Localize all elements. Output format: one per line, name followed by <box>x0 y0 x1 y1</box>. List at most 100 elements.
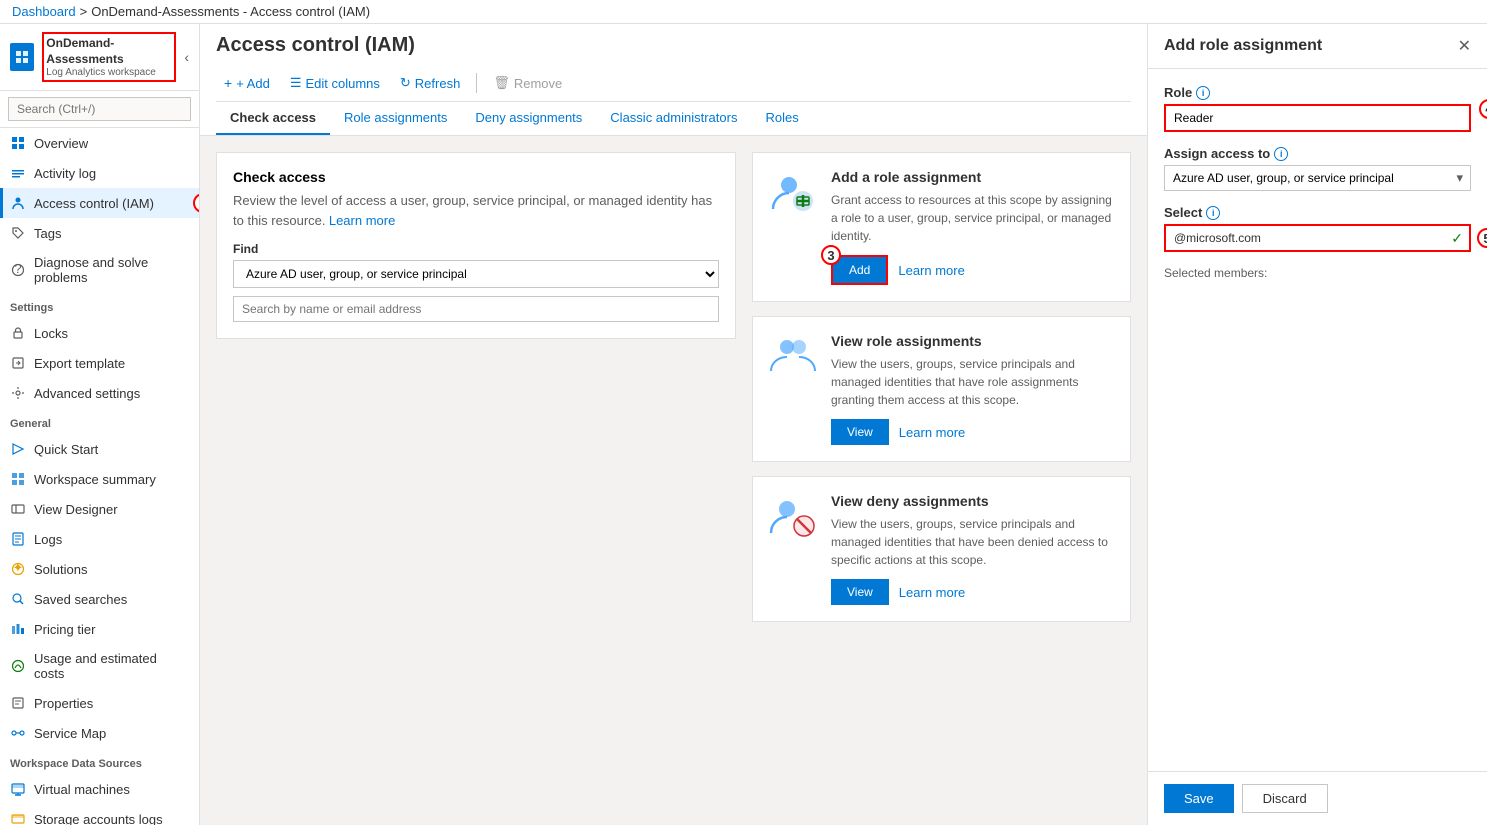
add-icon: + <box>224 75 232 91</box>
check-access-learn-more[interactable]: Learn more <box>329 213 395 228</box>
remove-icon: 🗑 <box>493 75 510 91</box>
select-field-label: Select i <box>1164 205 1471 220</box>
sidebar-item-logs[interactable]: Logs <box>0 524 199 554</box>
sidebar-item-view-designer[interactable]: View Designer <box>0 494 199 524</box>
add-label: + Add <box>236 76 270 91</box>
sidebar-item-storage-logs[interactable]: Storage accounts logs <box>0 804 199 825</box>
breadcrumb: Dashboard > OnDemand-Assessments - Acces… <box>0 0 1487 24</box>
storage-icon <box>10 811 26 825</box>
card-view-deny-content: View deny assignments View the users, gr… <box>831 493 1114 605</box>
card-view-deny-desc: View the users, groups, service principa… <box>831 515 1114 569</box>
viewdesigner-icon <box>10 501 26 517</box>
breadcrumb-dashboard[interactable]: Dashboard <box>12 4 76 19</box>
sidebar-item-overview[interactable]: Overview <box>0 128 199 158</box>
usage-icon <box>10 658 26 674</box>
sidebar-item-vms[interactable]: Virtual machines <box>0 774 199 804</box>
sidebar-search-input[interactable] <box>8 97 191 121</box>
toolbar: + + Add ☰ Edit columns ↻ Refresh 🗑 Remov… <box>216 65 1131 102</box>
logs-label: Logs <box>34 532 62 547</box>
right-panel-header: Add role assignment ✕ <box>1148 24 1487 69</box>
sidebar-item-tags[interactable]: Tags <box>0 218 199 248</box>
edit-columns-icon: ☰ <box>290 75 302 91</box>
vms-label: Virtual machines <box>34 782 130 797</box>
properties-label: Properties <box>34 696 93 711</box>
tags-icon <box>10 225 26 241</box>
assign-access-select[interactable]: Azure AD user, group, or service princip… <box>1164 165 1471 191</box>
sidebar-item-service-map[interactable]: Service Map <box>0 718 199 748</box>
tab-roles[interactable]: Roles <box>751 102 812 135</box>
sidebar: OnDemand-Assessments Log Analytics works… <box>0 24 200 825</box>
sidebar-item-saved-searches[interactable]: Saved searches <box>0 584 199 614</box>
remove-button[interactable]: 🗑 Remove <box>485 71 570 95</box>
vm-icon <box>10 781 26 797</box>
service-map-label: Service Map <box>34 726 106 741</box>
workspace-name-text: OnDemand-Assessments <box>46 36 172 67</box>
sidebar-item-quickstart[interactable]: Quick Start <box>0 434 199 464</box>
select-member-input[interactable] <box>1166 226 1451 250</box>
servicemap-icon <box>10 725 26 741</box>
right-panel-close-button[interactable]: ✕ <box>1458 36 1471 56</box>
sidebar-item-workspace-summary[interactable]: Workspace summary <box>0 464 199 494</box>
breadcrumb-sep1: > <box>80 4 88 19</box>
find-select[interactable]: Azure AD user, group, or service princip… <box>233 260 719 288</box>
view-roles-view-button[interactable]: View <box>831 419 889 445</box>
sidebar-item-locks[interactable]: Locks <box>0 318 199 348</box>
discard-button[interactable]: Discard <box>1242 784 1328 813</box>
overview-icon <box>10 135 26 151</box>
solutions-label: Solutions <box>34 562 87 577</box>
sidebar-item-iam[interactable]: Access control (IAM) 2 <box>0 188 199 218</box>
main-content: Check access Review the level of access … <box>200 136 1147 825</box>
tab-role-assignments[interactable]: Role assignments <box>330 102 461 135</box>
check-access-desc: Review the level of access a user, group… <box>233 191 719 230</box>
view-roles-learn-more[interactable]: Learn more <box>899 425 965 440</box>
view-deny-learn-more[interactable]: Learn more <box>899 585 965 600</box>
edit-columns-label: Edit columns <box>305 76 379 91</box>
card-view-roles: View role assignments View the users, gr… <box>752 316 1131 462</box>
assign-info-icon[interactable]: i <box>1274 147 1288 161</box>
save-button[interactable]: Save <box>1164 784 1234 813</box>
card-add-role-actions: Add 3 Learn more <box>831 255 1114 285</box>
content-area: Access control (IAM) + + Add ☰ Edit colu… <box>200 24 1147 825</box>
sidebar-item-advanced-settings[interactable]: Advanced settings <box>0 378 199 408</box>
remove-label: Remove <box>514 76 562 91</box>
export-icon <box>10 355 26 371</box>
storage-logs-label: Storage accounts logs <box>34 812 163 825</box>
workspace-icon <box>10 43 34 71</box>
annotation-4: 4 <box>1479 99 1487 119</box>
check-access-search-input[interactable] <box>233 296 719 322</box>
iam-label: Access control (IAM) <box>34 196 154 211</box>
add-role-learn-more[interactable]: Learn more <box>898 263 964 278</box>
cards-container: Add a role assignment Grant access to re… <box>752 152 1131 622</box>
sidebar-item-export[interactable]: Export template <box>0 348 199 378</box>
card-view-deny: View deny assignments View the users, gr… <box>752 476 1131 622</box>
tab-classic-admins[interactable]: Classic administrators <box>596 102 751 135</box>
tab-check-access[interactable]: Check access <box>216 102 330 135</box>
check-access-title: Check access <box>233 169 719 185</box>
add-button[interactable]: + + Add <box>216 71 278 95</box>
select-info-icon[interactable]: i <box>1206 206 1220 220</box>
settings-icon <box>10 385 26 401</box>
sidebar-item-properties[interactable]: Properties <box>0 688 199 718</box>
view-designer-label: View Designer <box>34 502 118 517</box>
usage-label: Usage and estimated costs <box>34 651 189 681</box>
role-select[interactable]: ReaderContributorOwner <box>1166 106 1469 130</box>
logs-icon <box>10 531 26 547</box>
tab-deny-assignments[interactable]: Deny assignments <box>461 102 596 135</box>
role-info-icon[interactable]: i <box>1196 86 1210 100</box>
toolbar-separator <box>476 73 477 93</box>
sidebar-item-solutions[interactable]: ✦ Solutions <box>0 554 199 584</box>
view-deny-view-button[interactable]: View <box>831 579 889 605</box>
svg-text:?: ? <box>14 263 21 276</box>
export-label: Export template <box>34 356 125 371</box>
refresh-icon: ↻ <box>400 75 411 91</box>
sidebar-item-activity-log[interactable]: Activity log <box>0 158 199 188</box>
locks-label: Locks <box>34 326 68 341</box>
refresh-button[interactable]: ↻ Refresh <box>392 71 468 95</box>
annotation-2: 2 <box>193 193 200 213</box>
sidebar-item-usage[interactable]: Usage and estimated costs <box>0 644 199 688</box>
sidebar-item-diagnose[interactable]: ? Diagnose and solve problems <box>0 248 199 292</box>
sidebar-item-pricing-tier[interactable]: Pricing tier <box>0 614 199 644</box>
right-panel-footer: Save Discard <box>1148 771 1487 825</box>
sidebar-collapse-btn[interactable]: ‹ <box>184 49 189 65</box>
edit-columns-button[interactable]: ☰ Edit columns <box>282 71 388 95</box>
